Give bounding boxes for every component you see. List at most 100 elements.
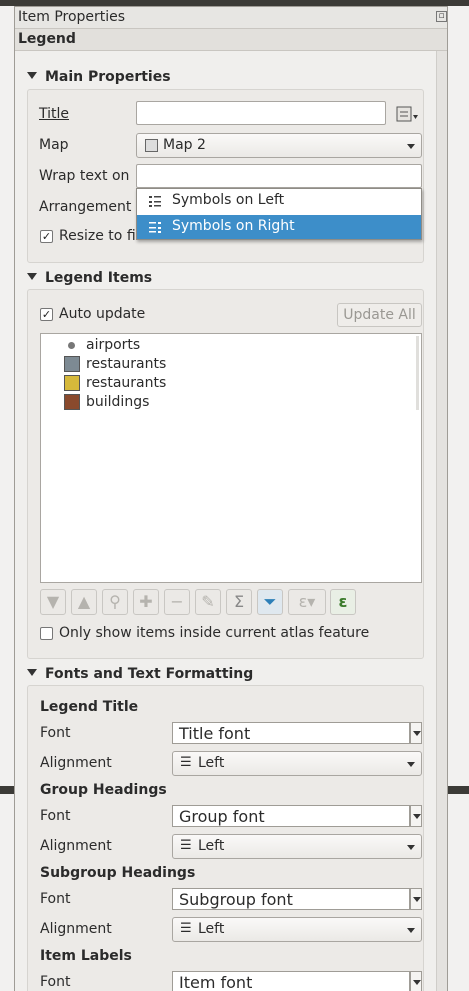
map-value: Map 2 (163, 137, 206, 153)
map-select[interactable]: Map 2 (136, 133, 422, 158)
collapse-arrow-icon (27, 71, 37, 79)
title-alignment-select[interactable]: ☰ Left (172, 751, 422, 776)
update-all-button[interactable]: Update All (337, 303, 422, 327)
expression-icon[interactable]: ε (330, 589, 356, 615)
title-input[interactable] (136, 101, 386, 125)
chevron-down-icon[interactable] (410, 888, 422, 910)
chevron-down-icon (407, 928, 415, 933)
legend-item-label: buildings (86, 394, 150, 410)
alignment-label: Alignment (40, 755, 112, 771)
item-labels-heading: Item Labels (40, 948, 132, 964)
subgroup-headings-heading: Subgroup Headings (40, 865, 196, 881)
fill-swatch-icon (64, 394, 80, 410)
add-group-icon[interactable]: ⚲ (102, 589, 128, 615)
item-font-button[interactable]: Item font (172, 971, 410, 991)
resize-checkbox[interactable]: ✓ (40, 230, 53, 243)
vertical-scrollbar[interactable] (436, 51, 447, 991)
list-item[interactable]: buildings (41, 393, 411, 412)
legend-items-heading: Legend Items (45, 270, 153, 286)
background-left (0, 0, 14, 991)
alignment-value: Left (198, 921, 225, 937)
title-label: Title (39, 106, 70, 122)
map-icon (145, 139, 158, 152)
background-right (447, 0, 469, 991)
fill-swatch-icon (64, 375, 80, 391)
arrangement-dropdown[interactable]: Symbols on Left Symbols on Right (136, 188, 422, 240)
group-alignment-select[interactable]: ☰ Left (172, 834, 422, 859)
arrangement-option[interactable]: Symbols on Left (137, 189, 421, 214)
atlas-label: Only show items inside current atlas fea… (59, 625, 370, 641)
chevron-down-icon[interactable] (410, 805, 422, 827)
chevron-down-icon (407, 762, 415, 767)
align-left-icon: ☰ (180, 755, 192, 770)
font-label: Font (40, 974, 71, 990)
collapse-arrow-icon (27, 668, 37, 676)
legend-tree[interactable]: airports restaurants restaurants buildin… (40, 333, 422, 583)
subgroup-font-button[interactable]: Subgroup font (172, 888, 410, 910)
alignment-value: Left (198, 755, 225, 771)
point-icon (68, 342, 75, 349)
arrangement-label: Arrangement (39, 199, 132, 215)
group-font-button[interactable]: Group font (172, 805, 410, 827)
font-label: Font (40, 891, 71, 907)
add-item-icon[interactable]: ✚ (133, 589, 159, 615)
auto-update-label: Auto update (59, 306, 146, 322)
alignment-label: Alignment (40, 921, 112, 937)
tree-scroll-hint (416, 336, 419, 410)
chevron-down-icon[interactable] (410, 722, 422, 744)
font-label: Font (40, 808, 71, 824)
wrap-input[interactable] (136, 164, 422, 188)
fill-swatch-icon (64, 356, 80, 372)
move-up-icon[interactable]: ▲ (71, 589, 97, 615)
panel-subtitle: Legend (18, 31, 76, 47)
panel-titlebar[interactable]: Item Properties ▫ × (15, 7, 447, 29)
arrangement-option-label: Symbols on Right (172, 218, 295, 234)
legend-title-heading: Legend Title (40, 699, 139, 715)
main-properties-header[interactable]: Main Properties (27, 69, 171, 85)
alignment-label: Alignment (40, 838, 112, 854)
remove-item-icon[interactable]: − (164, 589, 190, 615)
float-icon[interactable]: ▫ (436, 11, 447, 22)
expression-icon[interactable] (394, 104, 420, 124)
list-item[interactable]: restaurants (41, 374, 411, 393)
collapse-arrow-icon (27, 272, 37, 280)
map-label: Map (39, 137, 69, 153)
chevron-down-icon (407, 144, 415, 149)
sum-icon[interactable]: Σ (226, 589, 252, 615)
arrangement-option-label: Symbols on Left (172, 192, 285, 208)
legend-item-label: airports (86, 337, 141, 353)
group-headings-heading: Group Headings (40, 782, 167, 798)
fonts-heading: Fonts and Text Formatting (45, 666, 254, 682)
wrap-label: Wrap text on (39, 168, 130, 184)
main-properties-heading: Main Properties (45, 69, 171, 85)
fonts-header[interactable]: Fonts and Text Formatting (27, 666, 253, 682)
title-font-button[interactable]: Title font (172, 722, 410, 744)
legend-items-header[interactable]: Legend Items (27, 270, 152, 286)
background-dark-bar (447, 786, 469, 794)
symbols-right-icon (148, 220, 162, 234)
panel-title: Item Properties (18, 9, 126, 25)
subgroup-alignment-select[interactable]: ☰ Left (172, 917, 422, 942)
chevron-down-icon[interactable] (410, 971, 422, 991)
legend-toolbar: ▼ ▲ ⚲ ✚ − ✎ Σ ⏷ ε▾ ε (40, 589, 385, 617)
legend-item-label: restaurants (86, 356, 167, 372)
auto-update-checkbox[interactable]: ✓ (40, 308, 53, 321)
expression-filter-icon[interactable]: ε▾ (288, 589, 326, 615)
list-item[interactable]: airports (41, 336, 411, 355)
align-left-icon: ☰ (180, 838, 192, 853)
filter-icon[interactable]: ⏷ (257, 589, 283, 615)
align-left-icon: ☰ (180, 921, 192, 936)
font-label: Font (40, 725, 71, 741)
panel-subheader: Legend (15, 29, 447, 51)
background-dark-bar (0, 786, 14, 794)
move-down-icon[interactable]: ▼ (40, 589, 66, 615)
resize-label: Resize to fit contents (59, 228, 139, 244)
atlas-checkbox[interactable] (40, 627, 53, 640)
legend-item-label: restaurants (86, 375, 167, 391)
list-item[interactable]: restaurants (41, 355, 411, 374)
arrangement-option-selected[interactable]: Symbols on Right (137, 215, 421, 239)
edit-icon[interactable]: ✎ (195, 589, 221, 615)
item-properties-panel: Item Properties ▫ × Legend Main Properti… (14, 6, 448, 991)
symbols-left-icon (148, 194, 162, 208)
chevron-down-icon (407, 845, 415, 850)
